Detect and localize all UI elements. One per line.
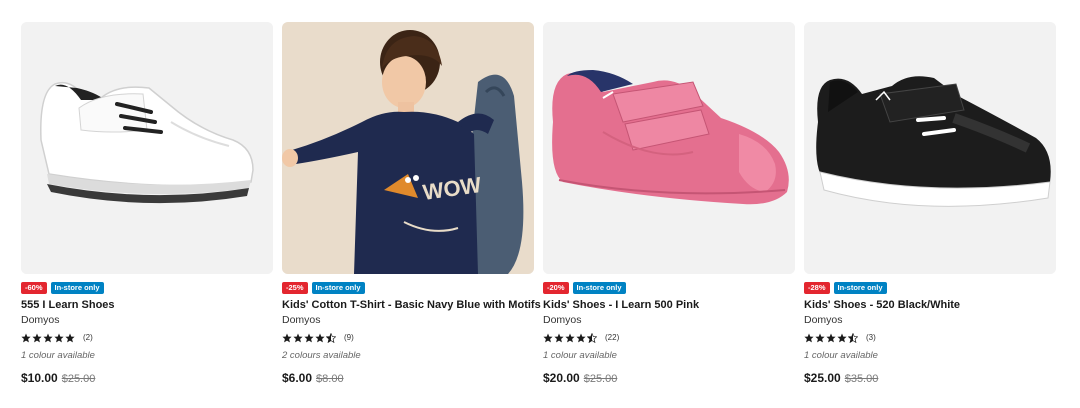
star-full-icon bbox=[282, 333, 292, 342]
star-full-icon bbox=[65, 333, 75, 342]
star-rating bbox=[543, 332, 597, 343]
in-store-badge: In-store only bbox=[311, 281, 365, 294]
star-full-icon bbox=[293, 333, 303, 342]
discount-badge: -60% bbox=[21, 281, 47, 294]
in-store-badge: In-store only bbox=[572, 281, 626, 294]
pink-shoe-illustration bbox=[543, 22, 795, 274]
star-half-icon bbox=[326, 332, 336, 343]
star-full-icon bbox=[543, 333, 553, 342]
in-store-badge: In-store only bbox=[50, 281, 104, 294]
original-price: $35.00 bbox=[844, 373, 879, 385]
product-card[interactable]: -20% In-store only Kids' Shoes - I Learn… bbox=[543, 22, 795, 385]
star-full-icon bbox=[43, 333, 53, 342]
star-full-icon bbox=[826, 333, 836, 342]
in-store-badge: In-store only bbox=[833, 281, 887, 294]
current-price: $6.00 bbox=[282, 371, 313, 385]
rating: (2) bbox=[21, 332, 273, 343]
product-image-black-shoe[interactable] bbox=[804, 22, 1056, 274]
product-image-pink-shoe[interactable] bbox=[543, 22, 795, 274]
star-full-icon bbox=[304, 333, 314, 342]
product-name[interactable]: 555 I Learn Shoes bbox=[21, 299, 273, 312]
star-rating bbox=[282, 332, 336, 343]
star-full-icon bbox=[21, 333, 31, 342]
star-full-icon bbox=[32, 333, 42, 342]
colours-available: 1 colour available bbox=[804, 350, 878, 361]
current-price: $25.00 bbox=[804, 371, 841, 385]
product-name[interactable]: Kids' Shoes - 520 Black/White bbox=[804, 299, 1056, 312]
review-count: (3) bbox=[866, 333, 876, 342]
star-full-icon bbox=[804, 333, 814, 342]
product-brand: Domyos bbox=[543, 314, 582, 326]
rating: (9) bbox=[282, 332, 534, 343]
price-row: $10.00 $25.00 bbox=[21, 371, 273, 385]
star-full-icon bbox=[837, 333, 847, 342]
colours-available: 2 colours available bbox=[282, 350, 361, 361]
product-name[interactable]: Kids' Cotton T-Shirt - Basic Navy Blue w… bbox=[282, 299, 541, 312]
badge-row: -25% In-store only bbox=[282, 281, 534, 294]
star-full-icon bbox=[815, 333, 825, 342]
original-price: $8.00 bbox=[316, 373, 344, 385]
badge-row: -60% In-store only bbox=[21, 281, 273, 294]
product-grid: -60% In-store only 555 I Learn Shoes Dom… bbox=[0, 0, 1080, 408]
product-name[interactable]: Kids' Shoes - I Learn 500 Pink bbox=[543, 299, 795, 312]
badge-row: -20% In-store only bbox=[543, 281, 795, 294]
product-card[interactable]: -60% In-store only 555 I Learn Shoes Dom… bbox=[21, 22, 273, 385]
star-full-icon bbox=[54, 333, 64, 342]
rating: (3) bbox=[804, 332, 1056, 343]
original-price: $25.00 bbox=[583, 373, 618, 385]
child-tshirt-photo: WOW bbox=[282, 22, 534, 274]
badge-row: -28% In-store only bbox=[804, 281, 1056, 294]
product-card[interactable]: WOW -25% In-store only Kids' Cotton T-Sh… bbox=[282, 22, 541, 385]
current-price: $20.00 bbox=[543, 371, 580, 385]
rating: (22) bbox=[543, 332, 795, 343]
product-image-white-shoe[interactable] bbox=[21, 22, 273, 274]
star-half-icon bbox=[848, 332, 858, 343]
black-shoe-illustration bbox=[804, 22, 1056, 274]
review-count: (9) bbox=[344, 333, 354, 342]
discount-badge: -25% bbox=[282, 281, 308, 294]
product-brand: Domyos bbox=[804, 314, 843, 326]
colours-available: 1 colour available bbox=[21, 350, 95, 361]
review-count: (22) bbox=[605, 333, 620, 342]
star-full-icon bbox=[315, 333, 325, 342]
product-card[interactable]: -28% In-store only Kids' Shoes - 520 Bla… bbox=[804, 22, 1056, 385]
star-rating bbox=[21, 333, 75, 343]
price-row: $6.00 $8.00 bbox=[282, 371, 534, 385]
star-full-icon bbox=[554, 333, 564, 342]
original-price: $25.00 bbox=[61, 373, 96, 385]
colours-available: 1 colour available bbox=[543, 350, 617, 361]
current-price: $10.00 bbox=[21, 371, 58, 385]
price-row: $25.00 $35.00 bbox=[804, 371, 1056, 385]
star-full-icon bbox=[576, 333, 586, 342]
white-shoe-illustration bbox=[21, 22, 273, 274]
product-image-tshirt[interactable]: WOW bbox=[282, 22, 534, 274]
review-count: (2) bbox=[83, 333, 93, 342]
price-row: $20.00 $25.00 bbox=[543, 371, 795, 385]
star-full-icon bbox=[565, 333, 575, 342]
product-brand: Domyos bbox=[21, 314, 60, 326]
star-rating bbox=[804, 332, 858, 343]
discount-badge: -28% bbox=[804, 281, 830, 294]
star-half-icon bbox=[587, 332, 597, 343]
product-brand: Domyos bbox=[282, 314, 321, 326]
discount-badge: -20% bbox=[543, 281, 569, 294]
